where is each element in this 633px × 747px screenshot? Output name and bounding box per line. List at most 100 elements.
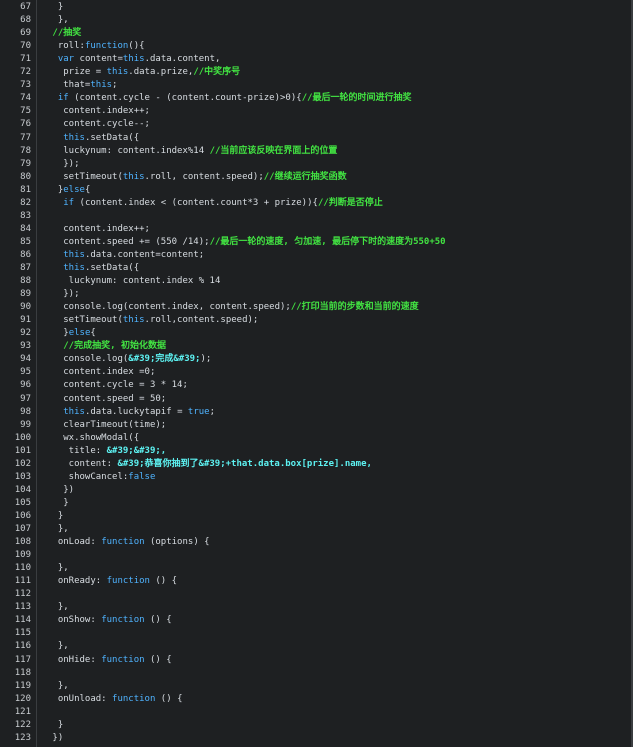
code-token: this [122, 315, 145, 326]
line-number: 95 [20, 367, 31, 378]
code-text[interactable]: }); [47, 288, 79, 301]
code-token: }); [47, 158, 80, 169]
code-text[interactable]: if (content.cycle - (content.count-prize… [47, 92, 412, 105]
code-text[interactable]: }) [47, 732, 63, 745]
code-text[interactable]: }, [47, 562, 69, 575]
line-number: 122 [14, 719, 31, 730]
code-text[interactable]: }, [47, 640, 69, 653]
line-number: 116 [14, 641, 31, 652]
code-line: 75 content.index++; [0, 105, 630, 118]
line-number: 68 [20, 15, 31, 26]
code-text[interactable]: wx.showModal({ [47, 432, 139, 445]
code-text[interactable]: //完成抽奖, 初始化数据 [47, 340, 166, 353]
code-text[interactable]: }, [47, 680, 69, 693]
code-text[interactable]: title: &#39;&#39;, [47, 445, 167, 458]
code-text[interactable]: } [47, 719, 63, 732]
code-token: else [68, 328, 91, 339]
code-token: //当前应该反映在界面上的位置 [209, 145, 338, 156]
code-line: 112 [0, 588, 630, 601]
code-line: 99 clearTimeout(time); [0, 419, 630, 432]
code-text[interactable]: this.data.luckytapif = true; [47, 406, 215, 419]
code-text[interactable]: content.cycle = 3 * 14; [47, 379, 188, 392]
code-text[interactable]: console.log(content.index, content.speed… [47, 301, 418, 314]
code-text[interactable]: } [47, 497, 68, 510]
code-text[interactable]: prize = this.data.prize,//中奖序号 [47, 66, 240, 79]
line-number: 72 [20, 67, 31, 78]
code-text[interactable]: content.index =0; [47, 366, 155, 379]
code-token: title: [47, 445, 107, 456]
code-text[interactable]: onUnload: function () { [47, 693, 183, 706]
code-token: .roll,content.speed); [144, 315, 259, 326]
code-line: 87 this.setData({ [0, 262, 630, 275]
code-text[interactable]: onLoad: function (options) { [47, 536, 210, 549]
line-number: 108 [14, 537, 31, 548]
code-text[interactable]: }) [47, 484, 74, 497]
code-token: (content.cycle - (content.count-prize)>0… [68, 93, 302, 104]
code-token: true [187, 406, 210, 417]
line-number: 86 [20, 249, 31, 260]
code-text[interactable]: if (content.index < (content.count*3 + p… [47, 197, 383, 210]
code-text[interactable]: this.data.content=content; [47, 249, 204, 262]
code-text[interactable]: roll:function(){ [47, 40, 145, 53]
code-token: this [63, 249, 85, 260]
line-number: 119 [14, 680, 31, 691]
line-number: 114 [14, 615, 31, 626]
code-token: content.index =0; [47, 367, 156, 378]
code-token: content.speed += (550 /14); [47, 236, 210, 247]
code-text[interactable]: } [47, 1, 63, 14]
code-text[interactable]: }else{ [47, 327, 96, 340]
code-token: function [101, 615, 145, 626]
code-token: setTimeout( [47, 315, 123, 326]
code-text[interactable]: content.speed = 50; [47, 393, 166, 406]
code-token: //最后一轮的速度, 匀加速, 最后停下时的速度为550+50 [209, 236, 446, 247]
code-text[interactable]: this.setData({ [47, 262, 139, 275]
code-text[interactable]: setTimeout(this.roll, content.speed);//继… [47, 171, 346, 184]
code-text[interactable]: }, [47, 601, 69, 614]
code-text[interactable]: console.log(&#39;完成&#39;); [47, 353, 211, 366]
code-line: 103 showCancel:false [0, 471, 630, 484]
code-text[interactable]: content.index++; [47, 223, 150, 236]
code-text[interactable]: } [47, 510, 63, 523]
code-line: 107 }, [0, 523, 630, 536]
code-text[interactable]: }else{ [47, 184, 91, 197]
code-text[interactable]: onReady: function () { [47, 575, 177, 588]
code-text[interactable]: clearTimeout(time); [47, 419, 166, 432]
code-line: 101 title: &#39;&#39;, [0, 445, 630, 458]
code-text[interactable]: showCancel:false [47, 471, 156, 484]
code-editor[interactable]: 67 } 68 }, 69 //抽奖 70 roll:function(){71 va… [0, 0, 633, 747]
code-text[interactable]: var content=this.data.content, [47, 53, 221, 66]
code-text[interactable]: content.speed += (550 /14);//最后一轮的速度, 匀加… [47, 236, 446, 249]
code-token: &#39;恭喜你抽到了&#39;+that.data.box[prize].na… [117, 458, 372, 469]
code-text[interactable]: content: &#39;恭喜你抽到了&#39;+that.data.box[… [47, 458, 372, 471]
code-token: this [122, 171, 145, 182]
code-line: 92 }else{ [0, 327, 630, 340]
code-text[interactable]: //抽奖 [47, 27, 81, 40]
code-text[interactable]: luckynum: content.index % 14 [47, 275, 221, 288]
line-number: 76 [20, 119, 31, 130]
code-token: ; [209, 406, 216, 417]
code-token: this [106, 67, 129, 78]
line-number: 113 [14, 602, 31, 613]
line-number: 117 [14, 654, 31, 665]
code-text[interactable]: }, [47, 14, 69, 27]
code-text[interactable]: }, [47, 523, 69, 536]
code-line: 71 var content=this.data.content, [0, 53, 630, 66]
code-line: 102 content: &#39;恭喜你抽到了&#39;+that.data.… [0, 458, 630, 471]
code-text[interactable]: content.cycle--; [47, 118, 150, 131]
line-number: 102 [14, 458, 31, 469]
line-number: 85 [20, 236, 31, 247]
code-text[interactable]: onHide: function () { [47, 654, 172, 667]
code-token: onShow: [47, 615, 102, 626]
code-text[interactable]: this.setData({ [47, 132, 139, 145]
code-token: else [63, 184, 85, 195]
code-line: 116 }, [0, 640, 630, 653]
code-text[interactable]: setTimeout(this.roll,content.speed); [47, 314, 258, 327]
code-text[interactable]: that=this; [47, 79, 117, 92]
code-text[interactable]: onShow: function () { [47, 614, 172, 627]
code-text[interactable]: luckynum: content.index%14 //当前应该反映在界面上的… [47, 145, 337, 158]
code-text[interactable]: }); [47, 158, 80, 171]
code-text[interactable]: content.index++; [47, 105, 150, 118]
